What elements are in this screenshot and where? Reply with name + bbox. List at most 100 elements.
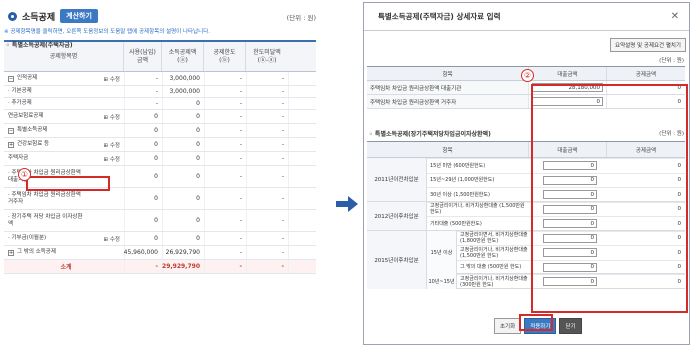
t2-group-label: 2012년이후차입분 [367,201,427,230]
row-name-cell[interactable]: · 장기주택 저당 차입금 이자상환액 [4,210,124,231]
table-row: 연금보험료공제 ⊞ 수정 0 0- - [4,110,316,124]
edit-button[interactable]: ⊞ 수정 [104,113,120,121]
row-value: - [246,98,288,109]
edit-button[interactable]: ⊞ 수정 [104,235,120,243]
row-value: 0 [162,232,204,245]
t2-sub-label: 15년 이상 [427,230,457,274]
row-value: - [246,246,288,259]
row-value: - [204,152,246,165]
table-row: · 주택임차 차입금 원리금상환액 거주자 0 0- - [4,188,316,210]
total-value: - [124,260,162,273]
total-value: - [204,260,246,273]
row-name-cell[interactable]: + 건강보험료 등 ⊞ 수정 [4,138,124,151]
row-value: 45,960,000 [124,246,162,259]
income-deduction-panel: 소득공제 계산하기 (단위 : 원) ※ 공제항목명을 클릭하면, 오른쪽 도움… [0,0,320,347]
header-shortfall: 한도미달액 (ⓑ-ⓐ) [253,48,281,64]
row-name[interactable]: 특별소득공제 [17,127,47,134]
toggle-icon[interactable]: − [8,75,14,82]
row-value: - [246,166,288,187]
arrow-right-icon [336,196,358,212]
row-value: - [204,98,246,109]
reset-button[interactable]: 초기화 [494,318,522,334]
row-name[interactable]: 건강보험료 등 [17,141,49,148]
row-name[interactable]: · 추가공제 [8,100,32,107]
row-name-cell[interactable]: · 기본공제 [4,86,124,97]
edit-button[interactable]: ⊞ 수정 [104,141,120,149]
header-deduction: 소득공제액 (ⓐ) [162,42,204,71]
row-name[interactable]: · 기본공제 [8,88,32,95]
close-icon[interactable]: ✕ [671,11,679,22]
table-row: − 특별소득공제 0 0- - [4,124,316,138]
t2-line-label: 고정금리이거나, 비거치상환대출 (300만원 한도) [460,275,528,288]
t1-header-item: 항목 [367,67,529,80]
table-row: · 기본공제 -3,000,000- - [4,86,316,98]
row-value: 0 [162,98,204,109]
toggle-icon[interactable]: − [8,127,14,134]
table-row: + 그 밖의 소득공제 45,960,000 26,929,790- - [4,246,316,260]
modal-title: 특별소득공제(주택자금) 상세자료 입력 [378,12,501,21]
t1-row-label: 주택임차 차입금 원리금상환액 대출기관 [367,81,529,94]
row-value: 0 [124,166,162,187]
close-button[interactable]: 닫기 [559,318,582,334]
row-name[interactable]: · 기부금(이월분) [8,235,46,242]
t1-header-deduct: 공제금액 [635,71,657,78]
row-value-empty [288,110,316,123]
section-title-text: 소득공제 [22,12,56,23]
t2-line-label: 고정금리이거나, 비거치상환대출 (1,500만원한도) [430,203,525,216]
row-name[interactable]: 그 밖의 소득공제 [17,249,56,256]
row-value: - [124,72,162,85]
t2-header-item: 항목 [367,142,529,157]
row-value: - [246,72,288,85]
t2-line-label: 15년 미만 (600만원한도) [430,162,486,169]
row-value: - [246,138,288,151]
row-value: 0 [124,152,162,165]
row-value: - [204,210,246,231]
row-name[interactable]: · 주택임차 차입금 원리금상환액 거주자 [8,192,86,206]
row-name[interactable]: · 장기주택 저당 차입금 이자상환액 [8,214,86,228]
row-value-empty [288,138,316,151]
deduction-table: 공제항목명 사용(납입) 금액 소득공제액 (ⓐ) 공제한도 (ⓑ) 한도미달액… [4,40,316,274]
table-row: − 인적공제 ⊞ 수정 -3,000,000- - [4,72,316,86]
table-row: + 건강보험료 등 ⊞ 수정 0 0- - [4,138,316,152]
row-name-cell[interactable]: 주택자금 ⊞ 수정 [4,152,124,165]
row-value: - [204,138,246,151]
row-value: - [246,210,288,231]
edit-button[interactable]: ⊞ 수정 [104,155,120,163]
total-name: 소계 [60,264,72,271]
row-name[interactable]: 인적공제 [17,75,37,82]
row-name-cell[interactable]: + 그 밖의 소득공제 [4,246,124,259]
row-value: - [124,86,162,97]
row-value: - [204,110,246,123]
row-value: 3,000,000 [162,72,204,85]
toggle-icon[interactable]: + [8,249,14,256]
row-value: 3,000,000 [162,86,204,97]
t2-line-label: 고정금리이면서, 비거치상환대출 (1,800만원 한도) [460,232,528,245]
row-value: 0 [162,124,204,137]
row-name-cell[interactable]: · 기부금(이월분) ⊞ 수정 [4,232,124,245]
total-row: 소계 -29,929,790- - [4,260,316,274]
total-value: - [246,260,288,273]
row-name[interactable]: 주택자금 [8,155,28,162]
row-value: 0 [162,110,204,123]
amount-input-highlight [531,84,688,313]
calculate-button[interactable]: 계산하기 [60,9,98,23]
header-paid-amount: 사용(납입) 금액 [124,42,162,71]
row-name-cell[interactable]: 연금보험료공제 ⊞ 수정 [4,110,124,123]
row-name-cell[interactable]: − 특별소득공제 [4,124,124,137]
row-name[interactable]: 연금보험료공제 [8,113,43,120]
unit-label: (단위 : 원) [286,14,316,22]
guide-button[interactable]: 요약설명 및 공제요건 펼치기 [610,38,686,52]
row-name-cell[interactable]: · 추가공제 [4,98,124,109]
row-name-cell[interactable]: − 인적공제 ⊞ 수정 [4,72,124,85]
table-body: − 인적공제 ⊞ 수정 -3,000,000- - · 기본공제 -3,000,000- - ·… [4,72,316,274]
row-value-empty [288,166,316,187]
row-value: - [246,86,288,97]
row-value-empty [288,188,316,209]
t1-header-amount: 대출금액 [529,67,607,80]
toggle-icon[interactable]: + [8,141,14,148]
edit-button[interactable]: ⊞ 수정 [104,75,120,83]
row-value: 0 [124,124,162,137]
row-value-empty [288,124,316,137]
row-name-cell[interactable]: · 주택임차 차입금 원리금상환액 거주자 [4,188,124,209]
row-value: 0 [124,232,162,245]
